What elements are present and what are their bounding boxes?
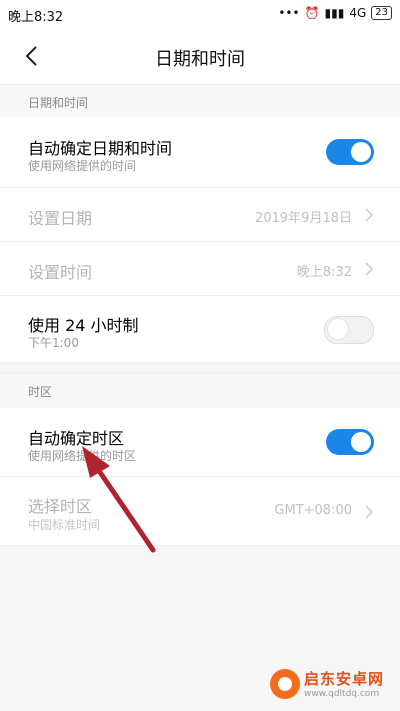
watermark-main: 启东安卓网: [304, 670, 385, 688]
annotation-arrow: [82, 446, 156, 553]
site-watermark: 启东安卓网 www.qdltdq.com: [270, 668, 384, 699]
watermark-sub: www.qdltdq.com: [304, 689, 380, 699]
watermark-logo-icon: [270, 668, 300, 699]
watermark-text: 启东安卓网 www.qdltdq.com: [304, 668, 384, 699]
